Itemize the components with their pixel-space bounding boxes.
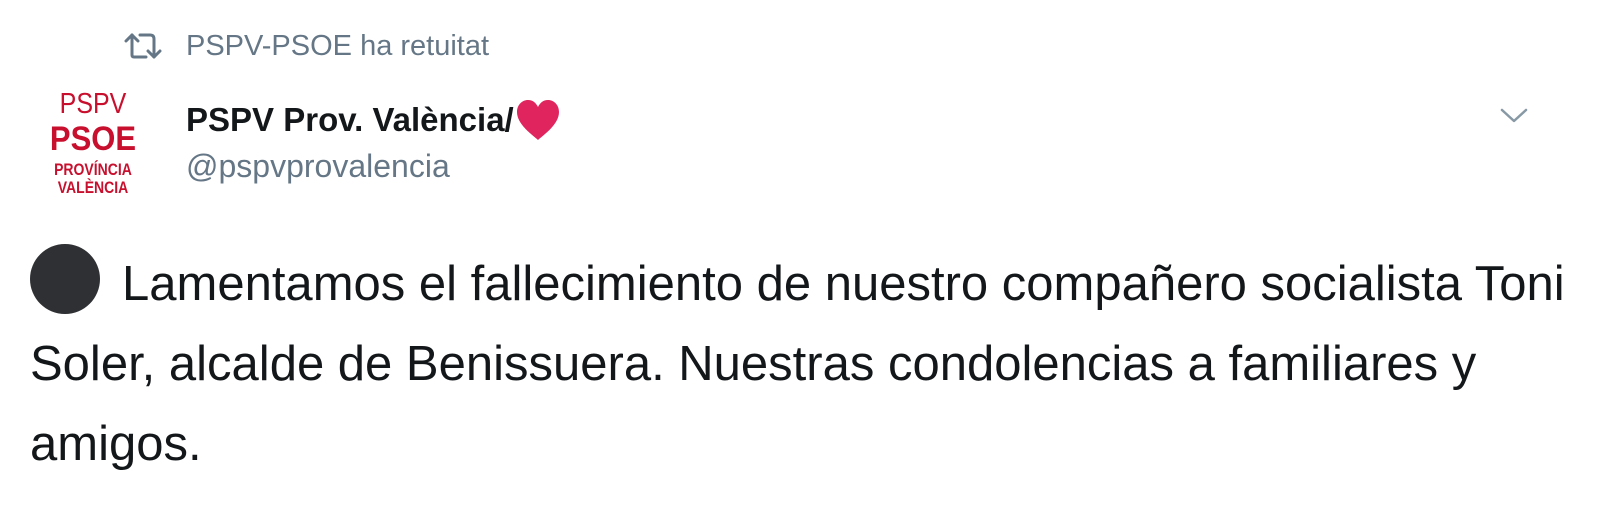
- tweet-text: Lamentamos el fallecimiento de nuestro c…: [30, 244, 1570, 484]
- author-display-name-row[interactable]: PSPV Prov. València/: [186, 96, 562, 144]
- black-circle-icon: [30, 244, 100, 314]
- avatar-logo-line: VALÈNCIA: [57, 177, 129, 197]
- avatar-logo-line: PSPV: [59, 87, 127, 121]
- retweet-context-label[interactable]: PSPV-PSOE ha retuitat: [186, 30, 489, 63]
- avatar-logo-line: PROVÍNCIA: [54, 159, 132, 179]
- author-handle[interactable]: @pspvprovalencia: [186, 148, 562, 185]
- avatar-logo-line: PSOE: [49, 119, 137, 158]
- author-display-name[interactable]: PSPV Prov. València/: [186, 101, 514, 139]
- author-info: PSPV Prov. València/ @pspvprovalencia: [186, 96, 562, 185]
- tweet-card[interactable]: PSPV-PSOE ha retuitat PSPV PSOE PROVÍNCI…: [0, 0, 1600, 519]
- tweet-menu-button[interactable]: [1496, 100, 1532, 130]
- red-heart-icon: [516, 100, 559, 140]
- retweet-context[interactable]: PSPV-PSOE ha retuitat: [124, 26, 489, 66]
- retweet-icon: [124, 33, 162, 59]
- chevron-down-icon: [1500, 108, 1528, 123]
- avatar[interactable]: PSPV PSOE PROVÍNCIA VALÈNCIA: [30, 82, 156, 208]
- tweet-text-body: Lamentamos el fallecimiento de nuestro c…: [30, 257, 1565, 471]
